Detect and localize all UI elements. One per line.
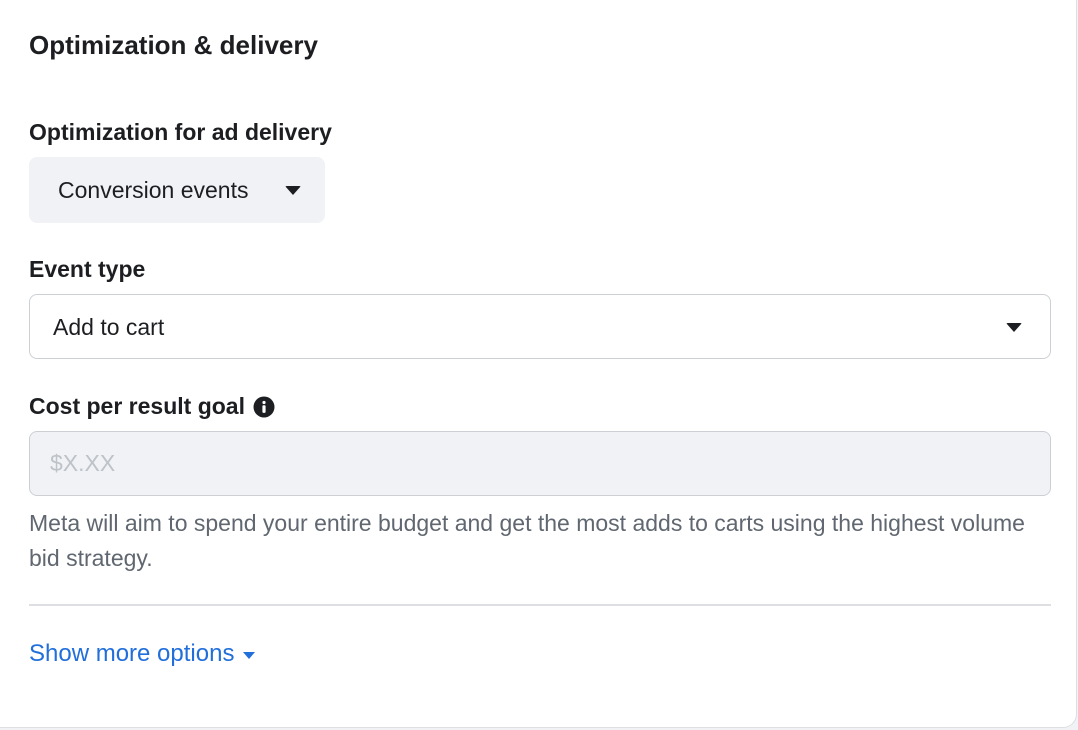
caret-down-icon: [243, 652, 256, 659]
event-type-dropdown-value: Add to cart: [53, 313, 165, 340]
show-more-options-link[interactable]: Show more options: [29, 639, 256, 669]
info-icon[interactable]: [253, 395, 275, 418]
optimization-label: Optimization for ad delivery: [29, 119, 332, 145]
cost-goal-input[interactable]: [29, 431, 1051, 496]
caret-down-icon: [1006, 323, 1022, 332]
divider: [29, 604, 1051, 606]
event-type-label: Event type: [29, 256, 146, 282]
cost-goal-label: Cost per result goal: [29, 393, 245, 419]
optimization-dropdown-value: Conversion events: [58, 177, 249, 203]
caret-down-icon: [285, 186, 301, 195]
cost-goal-help-text: Meta will aim to spend your entire budge…: [29, 510, 1025, 571]
event-type-dropdown[interactable]: Add to cart: [29, 294, 1051, 359]
optimization-dropdown[interactable]: Conversion events: [29, 157, 325, 223]
show-more-options-label: Show more options: [29, 640, 235, 667]
section-title: Optimization & delivery: [29, 30, 318, 60]
cost-goal-label-row: Cost per result goal: [29, 391, 275, 421]
optimization-delivery-card: Optimization & delivery Optimization for…: [0, 0, 1077, 728]
